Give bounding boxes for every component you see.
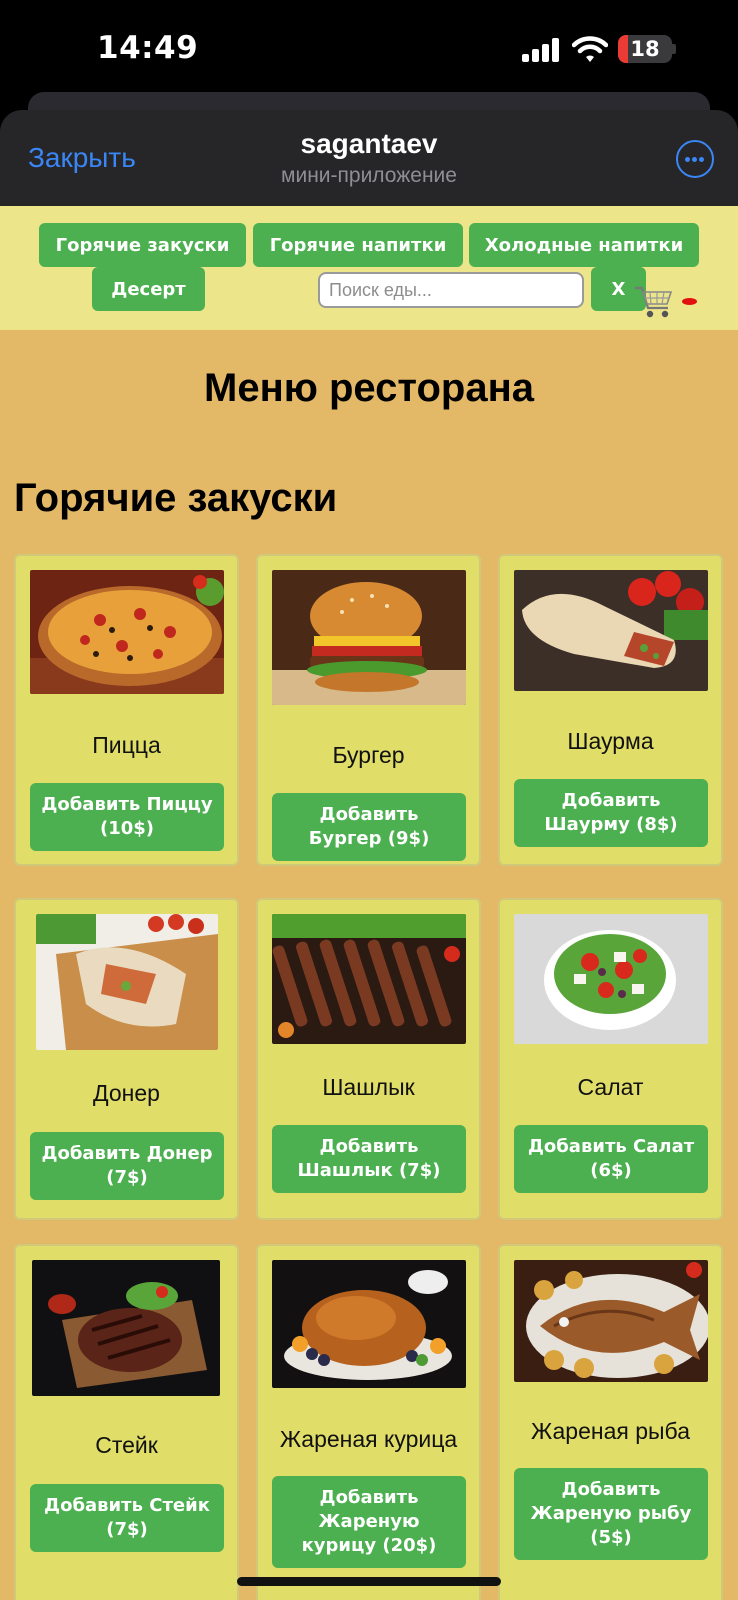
add-steak-button[interactable]: Добавить Стейк (7$) [30, 1484, 224, 1552]
signal-icon [522, 38, 562, 62]
page-title: Меню ресторана [204, 366, 534, 410]
menu-card-salad: Салат Добавить Салат (6$) [498, 898, 723, 1220]
menu-card-steak: Стейк Добавить Стейк (7$) [14, 1244, 239, 1600]
item-name: Стейк [95, 1432, 158, 1458]
menu-card-pizza: Пицца Добавить Пиццу (10$) [14, 554, 239, 866]
menu-card-burger: Бургер Добавить Бургер (9$) [256, 554, 481, 866]
section-title: Горячие закуски [14, 476, 338, 520]
status-time: 14:49 [97, 30, 199, 66]
salad-image [514, 914, 708, 1044]
cart-icon[interactable] [634, 282, 674, 322]
category-button-hot-appetizers[interactable]: Горячие закуски [39, 223, 246, 267]
item-name: Шаурма [567, 728, 654, 754]
item-name: Бургер [332, 742, 405, 768]
cart-badge [682, 298, 697, 305]
add-shashlik-button[interactable]: Добавить Шашлык (7$) [272, 1125, 466, 1193]
category-nav: Горячие закуски Горячие напитки Холодные… [0, 206, 738, 330]
shawarma-image [514, 570, 708, 691]
home-indicator [237, 1577, 501, 1586]
menu-card-fried-fish: Жареная рыба Добавить Жареную рыбу (5$) [498, 1244, 723, 1600]
shashlik-image [272, 914, 466, 1044]
category-button-cold-drinks[interactable]: Холодные напитки [469, 223, 699, 267]
item-name: Салат [577, 1074, 644, 1100]
battery-icon: 18 [618, 35, 672, 63]
app-subtitle: мини-приложение [281, 164, 457, 187]
steak-image [32, 1260, 220, 1396]
battery-cap [672, 44, 676, 54]
category-button-dessert[interactable]: Десерт [92, 267, 205, 311]
battery-percentage: 18 [630, 37, 660, 61]
add-fried-chicken-button[interactable]: Добавить Жареную курицу (20$) [272, 1476, 466, 1568]
item-name: Жареная курица [279, 1426, 458, 1452]
status-bar: 14:49 18 [0, 0, 738, 100]
add-shawarma-button[interactable]: Добавить Шаурму (8$) [514, 779, 708, 847]
more-options-button[interactable] [676, 140, 714, 178]
menu-card-shawarma: Шаурма Добавить Шаурму (8$) [498, 554, 723, 866]
menu-card-doner: Донер Добавить Донер (7$) [14, 898, 239, 1220]
item-name: Шашлык [322, 1074, 415, 1100]
item-name: Жареная рыба [531, 1418, 690, 1444]
menu-card-fried-chicken: Жареная курица Добавить Жареную курицу (… [256, 1244, 481, 1600]
item-name: Пицца [92, 732, 161, 758]
pizza-image [30, 570, 224, 694]
fried-fish-image [514, 1260, 708, 1382]
add-pizza-button[interactable]: Добавить Пиццу (10$) [30, 783, 224, 851]
search-input[interactable] [318, 272, 584, 308]
category-button-hot-drinks[interactable]: Горячие напитки [253, 223, 463, 267]
add-salad-button[interactable]: Добавить Салат (6$) [514, 1125, 708, 1193]
mini-app-header: Закрыть sagantaev мини-приложение [0, 110, 738, 206]
add-fried-fish-button[interactable]: Добавить Жареную рыбу (5$) [514, 1468, 708, 1560]
add-doner-button[interactable]: Добавить Донер (7$) [30, 1132, 224, 1200]
menu-card-shashlik: Шашлык Добавить Шашлык (7$) [256, 898, 481, 1220]
app-title: sagantaev [300, 128, 438, 159]
doner-image [36, 914, 218, 1050]
wifi-icon [572, 36, 608, 62]
burger-image [272, 570, 466, 705]
add-burger-button[interactable]: Добавить Бургер (9$) [272, 793, 466, 861]
fried-chicken-image [272, 1260, 466, 1388]
page-content: Горячие закуски Горячие напитки Холодные… [0, 206, 738, 1600]
item-name: Донер [93, 1080, 160, 1106]
